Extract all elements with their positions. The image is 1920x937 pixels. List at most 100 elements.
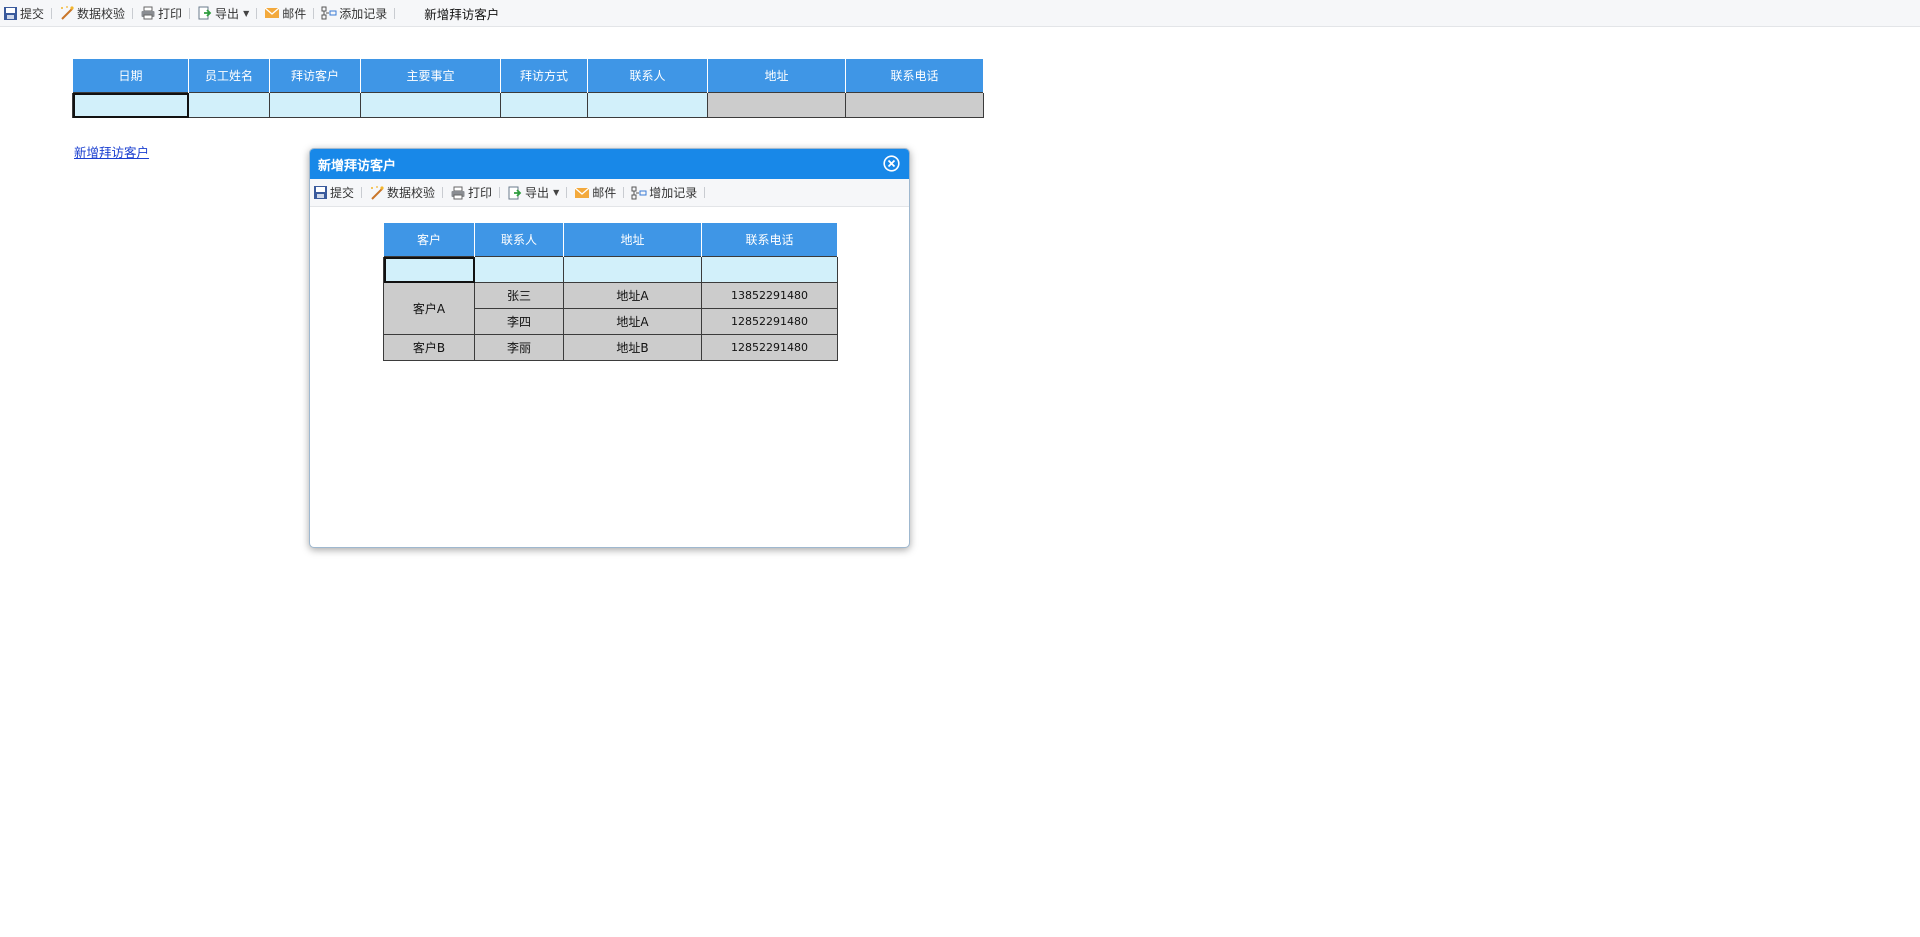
export-label: 导出	[215, 6, 240, 21]
table-row	[383, 256, 838, 283]
customer-cell: 客户A	[383, 282, 475, 335]
dialog-export-label: 导出	[525, 186, 550, 200]
visit-record-table: 日期 员工姓名 拜访客户 主要事宜 拜访方式 联系人 地址 联系电话	[72, 58, 984, 118]
date-input-cell[interactable]	[72, 92, 189, 118]
toolbar-separator	[313, 7, 315, 19]
validate-button[interactable]: 数据校验	[57, 3, 127, 23]
dialog-add-record-button[interactable]: 增加记录	[629, 183, 699, 203]
toolbar-separator	[704, 187, 706, 198]
visit-method-input-cell[interactable]	[500, 92, 588, 118]
dialog-add-record-label: 增加记录	[649, 186, 698, 200]
toolbar-separator	[361, 187, 363, 198]
header-address: 地址	[707, 58, 846, 93]
dialog-mail-button[interactable]: 邮件	[572, 183, 618, 203]
dialog-validate-button[interactable]: 数据校验	[367, 183, 437, 203]
magic-wand-icon	[369, 185, 385, 201]
dialog-toolbar: 提交 数据校验 打印 导出 ▼ 邮件 增加记录	[310, 179, 909, 207]
address-cell	[707, 92, 846, 118]
dialog-print-button[interactable]: 打印	[448, 183, 494, 203]
toolbar-separator	[256, 7, 258, 19]
mail-icon	[264, 5, 280, 21]
dialog-print-label: 打印	[468, 186, 493, 200]
customer-input-cell[interactable]	[383, 256, 475, 283]
report-title: 新增拜访客户	[424, 6, 500, 22]
address-cell: 地址B	[563, 334, 702, 361]
add-record-button[interactable]: 添加记录	[319, 3, 389, 23]
printer-icon	[140, 5, 156, 21]
dialog-export-button[interactable]: 导出 ▼	[505, 183, 561, 203]
dialog-title: 新增拜访客户	[318, 158, 397, 174]
dialog-validate-label: 数据校验	[387, 186, 436, 200]
mail-icon	[574, 185, 590, 201]
header-contact: 联系人	[587, 58, 708, 93]
table-header-row: 日期 员工姓名 拜访客户 主要事宜 拜访方式 联系人 地址 联系电话	[72, 58, 984, 93]
toolbar-separator	[189, 7, 191, 19]
add-row-icon	[321, 5, 337, 21]
toolbar-separator	[394, 7, 396, 19]
add-record-label: 添加记录	[339, 6, 388, 21]
chevron-down-icon: ▼	[243, 8, 250, 18]
header-phone: 联系电话	[701, 222, 838, 257]
validate-label: 数据校验	[77, 6, 126, 21]
phone-cell	[845, 92, 984, 118]
print-button[interactable]: 打印	[138, 3, 184, 23]
dialog-submit-button[interactable]: 提交	[310, 183, 356, 203]
export-icon	[197, 5, 213, 21]
toolbar-separator	[566, 187, 568, 198]
address-input-cell[interactable]	[563, 256, 702, 283]
export-button[interactable]: 导出 ▼	[195, 3, 251, 23]
contact-cell: 张三	[474, 282, 564, 309]
header-phone: 联系电话	[845, 58, 984, 93]
save-icon	[2, 5, 18, 21]
header-employee-name: 员工姓名	[188, 58, 270, 93]
toolbar-separator	[499, 187, 501, 198]
phone-cell: 12852291480	[701, 334, 838, 361]
phone-input-cell[interactable]	[701, 256, 838, 283]
add-row-icon	[631, 185, 647, 201]
contact-cell: 李四	[474, 308, 564, 335]
mail-button[interactable]: 邮件	[262, 3, 308, 23]
header-visit-method: 拜访方式	[500, 58, 588, 93]
address-cell: 地址A	[563, 282, 702, 309]
magic-wand-icon	[59, 5, 75, 21]
submit-label: 提交	[20, 6, 45, 21]
new-visit-customer-link[interactable]: 新增拜访客户	[74, 142, 149, 161]
customer-cell: 客户B	[383, 334, 475, 361]
toolbar-separator	[442, 187, 444, 198]
customer-contact-table: 客户 联系人 地址 联系电话 客户A 张三 地址A 13852291480 李四	[383, 222, 838, 361]
header-main-matters: 主要事宜	[360, 58, 501, 93]
main-matters-input-cell[interactable]	[360, 92, 501, 118]
header-contact: 联系人	[474, 222, 564, 257]
chevron-down-icon: ▼	[553, 188, 560, 197]
contact-input-cell[interactable]	[474, 256, 564, 283]
table-header-row: 客户 联系人 地址 联系电话	[383, 222, 838, 257]
new-visit-customer-dialog: 新增拜访客户 提交 数据校验 打印 导出 ▼ 邮件 增加记录 客户 联系人 地址…	[309, 148, 910, 548]
print-label: 打印	[158, 6, 183, 21]
submit-button[interactable]: 提交	[0, 3, 46, 23]
printer-icon	[450, 185, 466, 201]
main-toolbar: 提交 数据校验 打印 导出 ▼ 邮件 添加记录 新增拜访客户	[0, 0, 1920, 27]
header-date: 日期	[72, 58, 189, 93]
dialog-title-bar[interactable]: 新增拜访客户	[310, 149, 909, 179]
employee-name-input-cell[interactable]	[188, 92, 270, 118]
visited-customer-input-cell[interactable]	[269, 92, 361, 118]
dialog-mail-label: 邮件	[592, 186, 617, 200]
table-row: 客户A 张三 地址A 13852291480	[383, 282, 838, 335]
address-cell: 地址A	[563, 308, 702, 335]
table-row: 客户B 李丽 地址B 12852291480	[383, 334, 838, 361]
save-icon	[312, 185, 328, 201]
toolbar-separator	[51, 7, 53, 19]
table-row	[72, 92, 984, 118]
export-icon	[507, 185, 523, 201]
close-icon[interactable]	[883, 155, 900, 172]
dialog-submit-label: 提交	[330, 186, 355, 200]
toolbar-separator	[623, 187, 625, 198]
contact-cell: 李丽	[474, 334, 564, 361]
contact-input-cell[interactable]	[587, 92, 708, 118]
mail-label: 邮件	[282, 6, 307, 21]
phone-cell: 13852291480	[701, 282, 838, 309]
toolbar-separator	[132, 7, 134, 19]
header-address: 地址	[563, 222, 702, 257]
header-customer: 客户	[383, 222, 475, 257]
phone-cell: 12852291480	[701, 308, 838, 335]
